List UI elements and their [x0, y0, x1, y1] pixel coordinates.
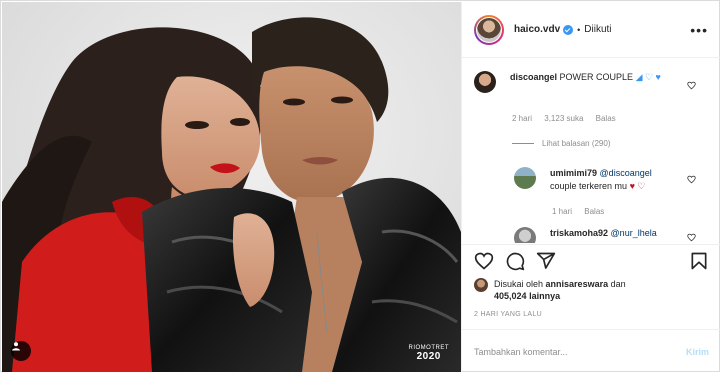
liker-avatar[interactable]	[474, 278, 488, 292]
comment-text: POWER COUPLE	[559, 72, 634, 82]
likes-and: dan	[610, 279, 626, 289]
profile-avatar[interactable]	[474, 14, 504, 45]
comment-avatar[interactable]	[514, 167, 536, 189]
comment-emojis: ♥ ♡	[629, 181, 646, 191]
comment-item: discoangel POWER COUPLE ◢ ♡ ♥	[474, 71, 680, 93]
comment-input[interactable]	[474, 346, 686, 357]
comment-meta: 2 hari 3,123 suka Balas	[512, 114, 626, 123]
comment-meta: 1 hari Balas	[552, 207, 614, 216]
post-side-panel: haico.vdv • Diikuti ••• discoangel POWER…	[461, 2, 720, 372]
comment-like-heart-icon[interactable]	[687, 175, 696, 184]
post-comment-button[interactable]: Kirim	[686, 347, 709, 357]
share-icon[interactable]	[536, 251, 556, 271]
comment-item: umimimi79 @discoangel couple terkeren mu…	[514, 167, 690, 193]
comment-like-heart-icon[interactable]	[687, 81, 696, 90]
more-options-icon[interactable]: •••	[690, 22, 708, 38]
post-actions: Disukai oleh annisareswara dan 405,024 l…	[462, 244, 720, 372]
verified-badge-icon	[563, 24, 574, 35]
watermark-line2: 2020	[416, 351, 441, 362]
follow-status-button[interactable]: Diikuti	[584, 24, 611, 35]
photo-watermark: RIOMOTRET 2020	[409, 345, 450, 362]
add-comment-bar: Kirim	[462, 329, 720, 373]
comment-icon[interactable]	[505, 251, 525, 271]
post-header: haico.vdv • Diikuti •••	[462, 2, 720, 58]
bookmark-icon[interactable]	[689, 251, 709, 271]
post-photo[interactable]: RIOMOTRET 2020	[2, 2, 461, 372]
comment-mention[interactable]: @nur_lhela	[611, 228, 657, 238]
comment-emojis: ◢ ♡ ♥	[635, 72, 661, 82]
comment-avatar[interactable]	[474, 71, 496, 93]
likes-summary: Disukai oleh annisareswara dan 405,024 l…	[474, 278, 626, 302]
comment-reply-button[interactable]: Balas	[584, 207, 604, 216]
comment-mention[interactable]: @discoangel	[600, 168, 652, 178]
comment-time: 2 hari	[512, 114, 533, 123]
comment-avatar[interactable]	[514, 227, 536, 243]
likes-suffix[interactable]: lainnya	[529, 291, 560, 301]
comment-text: couple terkeren mu	[550, 181, 628, 191]
comment-like-heart-icon[interactable]	[687, 233, 696, 242]
view-replies-label: Lihat balasan (290)	[542, 139, 611, 148]
comment-item: triskamoha92 @nur_lhela	[514, 227, 700, 243]
comment-likes[interactable]: 3,123 suka	[544, 114, 583, 123]
comments-list: discoangel POWER COUPLE ◢ ♡ ♥ 2 hari 3,1…	[462, 59, 720, 243]
comment-username[interactable]: discoangel	[510, 72, 557, 82]
header-separator: •	[577, 24, 581, 35]
tagged-user-icon[interactable]	[11, 341, 31, 361]
action-icons-bar	[474, 251, 709, 275]
liker-username[interactable]: annisareswara	[546, 279, 609, 289]
heart-icon[interactable]	[474, 251, 494, 271]
likes-count[interactable]: 405,024	[494, 291, 527, 301]
comment-username[interactable]: umimimi79	[550, 168, 597, 178]
comment-time: 1 hari	[552, 207, 573, 216]
post-image	[2, 2, 461, 372]
instagram-post-modal: RIOMOTRET 2020 haico.vdv • Diikuti ••• d…	[0, 0, 720, 372]
view-replies-button[interactable]: Lihat balasan (290)	[512, 139, 611, 148]
comment-username[interactable]: triskamoha92	[550, 228, 608, 238]
likes-prefix: Disukai oleh	[494, 279, 544, 289]
header-username[interactable]: haico.vdv	[514, 24, 560, 35]
comment-reply-button[interactable]: Balas	[596, 114, 616, 123]
post-timestamp[interactable]: 2 HARI YANG LALU	[474, 311, 542, 318]
